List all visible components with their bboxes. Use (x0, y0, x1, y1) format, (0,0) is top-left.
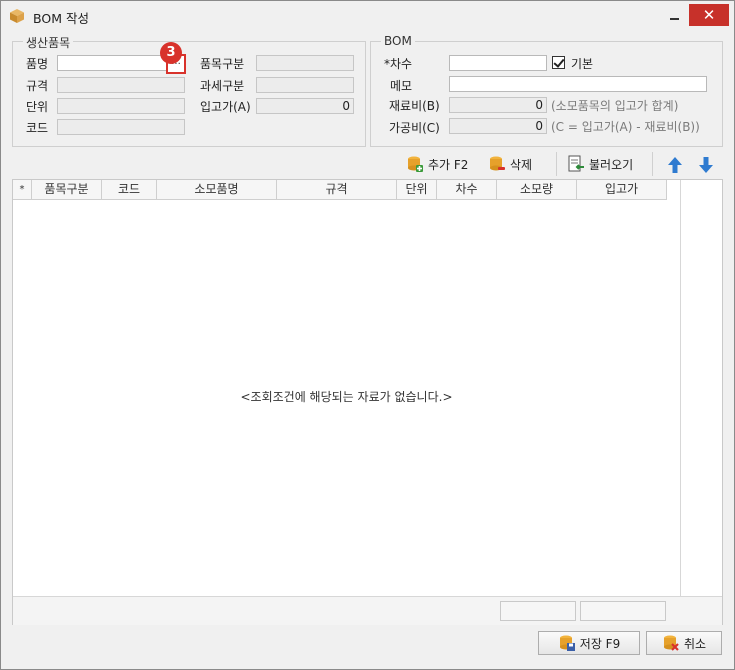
memo-field[interactable] (449, 76, 707, 92)
move-down-icon[interactable] (698, 156, 714, 174)
material-cost-hint: (소모품목의 입고가 합계) (551, 99, 679, 113)
grid-header-version[interactable]: 차수 (437, 180, 497, 200)
box-icon (10, 9, 24, 23)
grid-header-marker[interactable]: * (13, 180, 32, 200)
item-type-label: 품목구분 (200, 57, 245, 71)
material-cost-field: 0 (449, 97, 547, 113)
grid-header-cost[interactable]: 입고가 (577, 180, 667, 200)
delete-button-label: 삭제 (510, 157, 533, 172)
code-label: 코드 (26, 121, 49, 135)
save-icon (559, 635, 575, 651)
bom-grid[interactable]: * 품목구분 코드 소모품명 규격 단위 차수 소모량 입고가 <조회조건에 해… (12, 179, 723, 625)
version-field[interactable] (449, 55, 547, 71)
delete-db-icon (490, 156, 505, 171)
grid-header-spec[interactable]: 규격 (277, 180, 397, 200)
tax-type-field (256, 77, 354, 93)
grid-right-border (680, 180, 681, 624)
summary-cell-cost (580, 601, 666, 621)
bom-dialog: BOM 작성 ✕ 생산품목 품명 ... 3 규격 단위 코드 품목구분 과세구… (0, 0, 735, 670)
title-bar: BOM 작성 ✕ (1, 1, 734, 31)
grid-header-item-type[interactable]: 품목구분 (32, 180, 102, 200)
grid-header-unit[interactable]: 단위 (397, 180, 437, 200)
default-checkbox[interactable] (552, 56, 565, 69)
material-cost-label: 재료비(B) (389, 99, 440, 113)
spec-label: 규격 (26, 79, 49, 93)
save-button[interactable]: 저장 F9 (538, 631, 640, 655)
move-up-icon[interactable] (667, 156, 683, 174)
grid-header-component-name[interactable]: 소모품명 (157, 180, 277, 200)
cancel-icon (663, 635, 679, 651)
window-title: BOM 작성 (33, 11, 89, 26)
delete-button[interactable]: 삭제 (488, 154, 532, 174)
grid-header-quantity[interactable]: 소모량 (497, 180, 577, 200)
minimize-button[interactable] (661, 4, 687, 28)
process-cost-label: 가공비(C) (389, 121, 440, 135)
process-cost-field: 0 (449, 118, 547, 134)
summary-cell-quantity (500, 601, 576, 621)
step-badge: 3 (160, 42, 182, 64)
product-group-title: 생산품목 (23, 34, 74, 51)
item-type-field (256, 55, 354, 71)
close-button[interactable]: ✕ (689, 4, 729, 26)
save-button-label: 저장 F9 (579, 636, 621, 651)
grid-summary-bar (13, 596, 722, 625)
tax-type-label: 과세구분 (200, 79, 245, 93)
unit-field (57, 98, 185, 114)
grid-empty-message: <조회조건에 해당되는 자료가 없습니다.> (240, 390, 453, 404)
default-label: 기본 (571, 57, 594, 71)
cancel-button-label: 취소 (683, 636, 707, 651)
grid-header-code[interactable]: 코드 (102, 180, 157, 200)
version-label: *차수 (384, 57, 413, 71)
add-button-label: 추가 F2 (428, 157, 469, 172)
load-button-label: 불러오기 (589, 157, 634, 172)
cost-field: 0 (256, 98, 354, 114)
cancel-button[interactable]: 취소 (646, 631, 722, 655)
toolbar-separator-2 (652, 152, 653, 176)
code-field (57, 119, 185, 135)
unit-label: 단위 (26, 100, 49, 114)
load-button[interactable]: 불러오기 (567, 154, 633, 174)
import-icon (568, 155, 584, 172)
product-name-field[interactable] (57, 55, 169, 71)
product-name-label: 품명 (26, 57, 49, 71)
bom-group-title: BOM (381, 34, 415, 48)
add-db-icon (408, 156, 423, 172)
spec-field (57, 77, 185, 93)
process-cost-hint: (C = 입고가(A) - 재료비(B)) (551, 120, 700, 134)
add-button[interactable]: 추가 F2 (406, 154, 468, 174)
memo-label: 메모 (390, 79, 413, 93)
toolbar-separator (556, 152, 557, 176)
cost-label: 입고가(A) (200, 100, 251, 114)
grid-header: * 품목구분 코드 소모품명 규격 단위 차수 소모량 입고가 (13, 180, 667, 200)
